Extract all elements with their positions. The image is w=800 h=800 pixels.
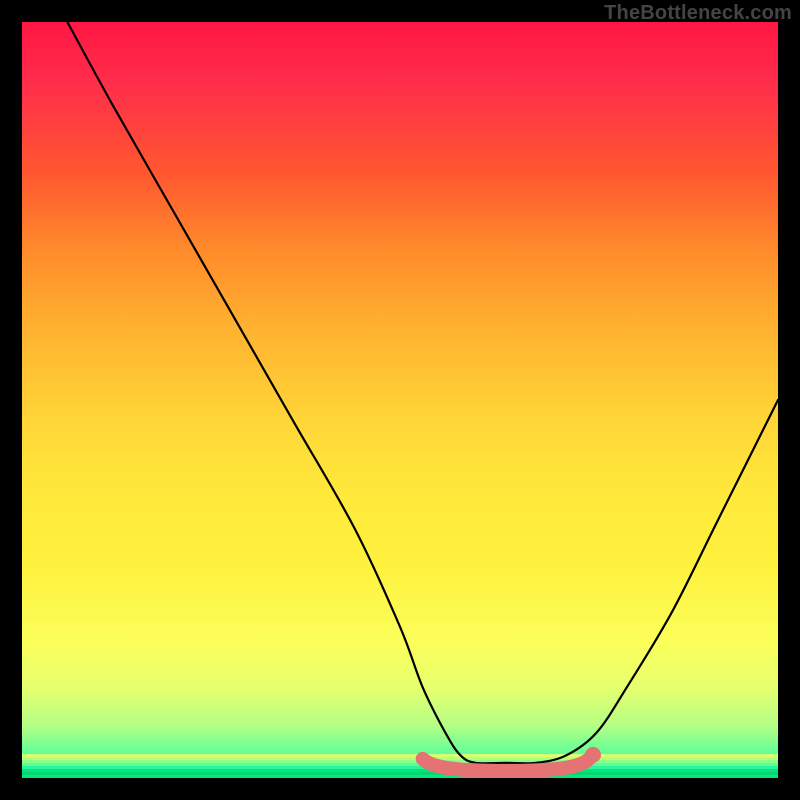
heatmap-gradient bbox=[22, 22, 778, 778]
gradient-band bbox=[22, 772, 778, 775]
watermark-text: TheBottleneck.com bbox=[604, 2, 792, 25]
chart-frame bbox=[22, 22, 778, 778]
